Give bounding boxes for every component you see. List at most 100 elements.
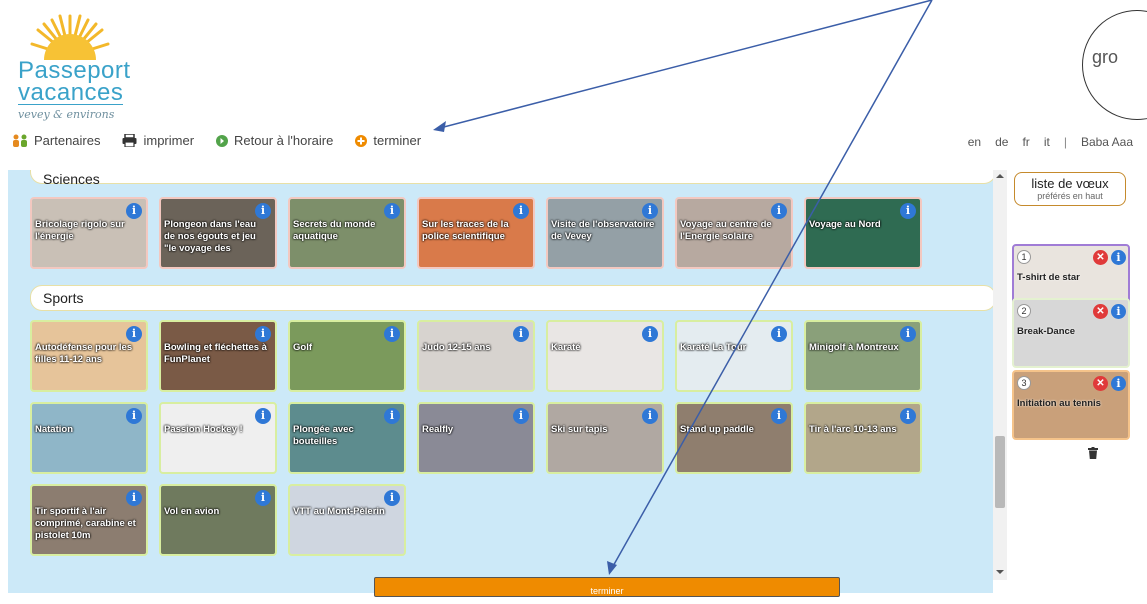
activity-card[interactable]: i Bowling et fléchettes à FunPlanet xyxy=(159,320,277,392)
remove-icon[interactable]: ✕ xyxy=(1093,250,1108,265)
info-icon[interactable]: i xyxy=(255,408,271,424)
activity-card[interactable]: i Tir sportif à l'air comprimé, carabine … xyxy=(30,484,148,556)
info-icon[interactable]: i xyxy=(126,326,142,342)
activity-card[interactable]: i Realfly xyxy=(417,402,535,474)
trash-icon[interactable] xyxy=(1088,446,1098,464)
logo-line-3: vevey & environs xyxy=(18,108,115,121)
info-icon[interactable]: i xyxy=(255,326,271,342)
activity-title: Karaté xyxy=(551,342,581,353)
activity-title: Voyage au centre de l'Energie solaire xyxy=(680,219,772,242)
activity-title: Minigolf à Montreux xyxy=(809,342,899,353)
info-icon[interactable]: i xyxy=(384,203,400,219)
arrow-right-circle-icon xyxy=(216,134,229,147)
activity-card[interactable]: i Golf xyxy=(288,320,406,392)
wishlist-item[interactable]: 3 ✕ i Initiation au tennis xyxy=(1012,370,1130,440)
wishlist-item-title: Initiation au tennis xyxy=(1017,398,1101,409)
activity-card[interactable]: i Autodéfense pour les filles 11-12 ans xyxy=(30,320,148,392)
activity-card[interactable]: i Passion Hockey ! xyxy=(159,402,277,474)
info-icon[interactable]: i xyxy=(900,326,916,342)
info-icon[interactable]: i xyxy=(642,203,658,219)
terminer-button[interactable]: terminer xyxy=(374,577,840,597)
activity-card[interactable]: i VTT au Mont-Pèlerin xyxy=(288,484,406,556)
terminer-link[interactable]: terminer xyxy=(355,133,421,148)
info-icon[interactable]: i xyxy=(642,326,658,342)
scroll-down-icon[interactable] xyxy=(996,570,1004,574)
activity-card[interactable]: i Voyage au centre de l'Energie solaire xyxy=(675,197,793,269)
activity-card[interactable]: i Stand up paddle xyxy=(675,402,793,474)
info-icon[interactable]: i xyxy=(771,203,787,219)
info-icon[interactable]: i xyxy=(900,203,916,219)
info-icon[interactable]: i xyxy=(1111,304,1126,319)
activity-title: Bowling et fléchettes à FunPlanet xyxy=(164,342,267,365)
wishlist-item-title: T-shirt de star xyxy=(1017,272,1080,283)
info-icon[interactable]: i xyxy=(771,326,787,342)
activity-card[interactable]: i Sur les traces de la police scientifiqu… xyxy=(417,197,535,269)
activity-card[interactable]: i Minigolf à Montreux xyxy=(804,320,922,392)
activities-panel[interactable]: Sciences Sports i Bricolage rigolo sur l'… xyxy=(8,170,993,593)
activity-card[interactable]: i Plongée avec bouteilles xyxy=(288,402,406,474)
activity-card[interactable]: i Vol en avion xyxy=(159,484,277,556)
info-icon[interactable]: i xyxy=(771,408,787,424)
info-icon[interactable]: i xyxy=(126,203,142,219)
groupe-logo-text: gro xyxy=(1092,47,1119,67)
sun-icon xyxy=(30,14,110,60)
groupe-logo[interactable]: gro xyxy=(1082,10,1147,120)
scrollbar[interactable] xyxy=(993,170,1007,580)
activity-card[interactable]: i Ski sur tapis xyxy=(546,402,664,474)
activity-title: Bricolage rigolo sur l'énergie xyxy=(35,219,125,242)
activity-title: Tir à l'arc 10-13 ans xyxy=(809,424,897,435)
activity-title: Golf xyxy=(293,342,312,353)
info-icon[interactable]: i xyxy=(513,203,529,219)
activity-card[interactable]: i Bricolage rigolo sur l'énergie xyxy=(30,197,148,269)
activity-card[interactable]: i Karaté xyxy=(546,320,664,392)
retour-horaire-link[interactable]: Retour à l'horaire xyxy=(216,133,333,148)
info-icon[interactable]: i xyxy=(1111,250,1126,265)
activity-card[interactable]: i Voyage au Nord xyxy=(804,197,922,269)
activity-title: Visite de l'observatoire de Vevey xyxy=(551,219,655,242)
info-icon[interactable]: i xyxy=(384,326,400,342)
info-icon[interactable]: i xyxy=(384,408,400,424)
remove-icon[interactable]: ✕ xyxy=(1093,304,1108,319)
activity-title: Plongée avec bouteilles xyxy=(293,424,354,447)
activity-title: Stand up paddle xyxy=(680,424,754,435)
activity-card[interactable]: i Secrets du monde aquatique xyxy=(288,197,406,269)
scroll-thumb[interactable] xyxy=(995,436,1005,508)
info-icon[interactable]: i xyxy=(900,408,916,424)
activity-card[interactable]: i Natation xyxy=(30,402,148,474)
partenaires-link[interactable]: Partenaires xyxy=(12,133,100,148)
activity-card[interactable]: i Judo 12-15 ans xyxy=(417,320,535,392)
info-icon[interactable]: i xyxy=(384,490,400,506)
imprimer-link[interactable]: imprimer xyxy=(122,133,194,148)
user-name[interactable]: Baba Aaa xyxy=(1081,135,1133,149)
info-icon[interactable]: i xyxy=(1111,376,1126,391)
wishlist-item[interactable]: 2 ✕ i Break-Dance xyxy=(1012,298,1130,368)
activity-title: Vol en avion xyxy=(164,506,220,517)
activity-card[interactable]: i Tir à l'arc 10-13 ans xyxy=(804,402,922,474)
info-icon[interactable]: i xyxy=(513,326,529,342)
info-icon[interactable]: i xyxy=(126,408,142,424)
wishlist-subtitle: préférés en haut xyxy=(1037,191,1103,201)
info-icon[interactable]: i xyxy=(255,203,271,219)
annotation-arrow-top xyxy=(439,0,933,129)
activity-card[interactable]: i Plongeon dans l'eau de nos égouts et je… xyxy=(159,197,277,269)
category-sciences: Sciences xyxy=(30,170,993,187)
activity-title: Tir sportif à l'air comprimé, carabine e… xyxy=(35,506,136,541)
wishlist-title: liste de vœux xyxy=(1031,176,1109,191)
activity-title: Realfly xyxy=(422,424,454,435)
lang-de[interactable]: de xyxy=(995,135,1008,149)
info-icon[interactable]: i xyxy=(642,408,658,424)
passeport-vacances-logo[interactable]: Passeport vacances vevey & environs xyxy=(14,8,130,126)
activity-card[interactable]: i Karaté La Tour xyxy=(675,320,793,392)
activity-title: Autodéfense pour les filles 11-12 ans xyxy=(35,342,133,365)
activity-title: Plongeon dans l'eau de nos égouts et jeu… xyxy=(164,219,256,254)
lang-en[interactable]: en xyxy=(968,135,981,149)
activity-title: Karaté La Tour xyxy=(680,342,747,353)
remove-icon[interactable]: ✕ xyxy=(1093,376,1108,391)
lang-fr[interactable]: fr xyxy=(1022,135,1029,149)
info-icon[interactable]: i xyxy=(513,408,529,424)
activity-card[interactable]: i Visite de l'observatoire de Vevey xyxy=(546,197,664,269)
lang-it[interactable]: it xyxy=(1044,135,1050,149)
scroll-up-icon[interactable] xyxy=(996,174,1004,178)
info-icon[interactable]: i xyxy=(255,490,271,506)
info-icon[interactable]: i xyxy=(126,490,142,506)
